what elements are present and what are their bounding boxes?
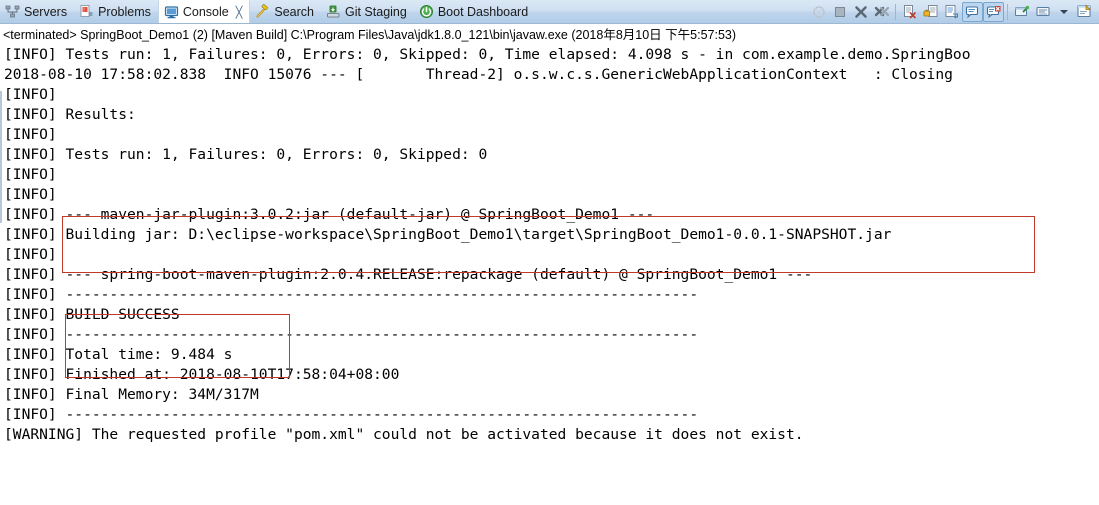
console-line: [INFO] --- maven-jar-plugin:3.0.2:jar (d…: [4, 206, 655, 223]
word-wrap-icon[interactable]: [941, 2, 962, 22]
servers-icon: [5, 4, 20, 19]
terminate-all-icon[interactable]: [808, 2, 829, 22]
remove-launch-icon[interactable]: [850, 2, 871, 22]
boot-dashboard-icon: [419, 4, 434, 19]
chevron-down-icon[interactable]: [1053, 2, 1074, 22]
console-icon: [164, 5, 179, 20]
console-line: [INFO] Tests run: 1, Failures: 0, Errors…: [4, 146, 488, 163]
view-tabs: Servers ! Problems Console ╳ Search Git …: [0, 0, 535, 23]
tab-servers-label: Servers: [24, 4, 68, 19]
tab-boot-dashboard[interactable]: Boot Dashboard: [414, 0, 535, 23]
console-line: [INFO] ---------------------------------…: [4, 406, 699, 423]
tab-search[interactable]: Search: [250, 0, 321, 23]
console-line: [INFO]: [4, 246, 66, 263]
open-console-icon[interactable]: [1074, 2, 1095, 22]
eclipse-console-view: Servers ! Problems Console ╳ Search Git …: [0, 0, 1099, 505]
separator-1: [895, 3, 896, 20]
console-line: [INFO] Finished at: 2018-08-10T17:58:04+…: [4, 366, 400, 383]
scroll-lock-icon[interactable]: [920, 2, 941, 22]
tab-servers[interactable]: Servers: [0, 0, 74, 23]
console-line: [WARNING] The requested profile "pom.xml…: [4, 426, 804, 443]
console-line: [INFO] Building jar: D:\eclipse-workspac…: [4, 226, 892, 243]
console-line: [INFO] ---------------------------------…: [4, 286, 699, 303]
console-line: [INFO] Total time: 9.484 s: [4, 346, 233, 363]
show-console-on-error-icon[interactable]: [983, 1, 1004, 22]
console-output[interactable]: [INFO] Tests run: 1, Failures: 0, Errors…: [0, 45, 1099, 505]
tab-boot-dashboard-label: Boot Dashboard: [437, 4, 529, 19]
git-staging-icon: [326, 4, 341, 19]
console-line: 2018-08-10 17:58:02.838 INFO 15076 --- […: [4, 66, 962, 83]
tab-problems[interactable]: ! Problems: [74, 0, 158, 23]
tab-problems-label: Problems: [98, 4, 151, 19]
console-line: [INFO] Results:: [4, 106, 136, 123]
remove-all-terminated-icon[interactable]: [871, 2, 892, 22]
show-console-on-output-icon[interactable]: [962, 1, 983, 22]
separator-2: [1007, 3, 1008, 20]
console-line: [INFO]: [4, 186, 66, 203]
console-line: [INFO]: [4, 126, 66, 143]
view-tab-bar: Servers ! Problems Console ╳ Search Git …: [0, 0, 1099, 24]
console-line: [INFO] Final Memory: 34M/317M: [4, 386, 259, 403]
svg-text:!: !: [83, 7, 84, 13]
terminate-icon[interactable]: [829, 2, 850, 22]
console-line: [INFO] ---------------------------------…: [4, 326, 699, 343]
console-line: [INFO] Tests run: 1, Failures: 0, Errors…: [4, 46, 971, 63]
launch-configuration-title: <terminated> SpringBoot_Demo1 (2) [Maven…: [0, 24, 1099, 45]
console-line: [INFO] BUILD SUCCESS: [4, 306, 180, 323]
search-icon: [255, 4, 270, 19]
tab-console-label: Console: [182, 5, 229, 19]
console-line: [INFO]: [4, 166, 66, 183]
tab-git-staging[interactable]: Git Staging: [321, 0, 414, 23]
tab-git-staging-label: Git Staging: [344, 4, 407, 19]
problems-icon: !: [79, 4, 94, 19]
console-gutter-marker: [0, 91, 2, 223]
close-icon[interactable]: ╳: [236, 6, 243, 19]
clear-console-icon[interactable]: [899, 2, 920, 22]
console-toolbar: [808, 0, 1099, 23]
console-line: [INFO]: [4, 86, 66, 103]
display-selected-console-icon[interactable]: [1032, 2, 1053, 22]
pin-console-icon[interactable]: [1011, 2, 1032, 22]
console-line: [INFO] --- spring-boot-maven-plugin:2.0.…: [4, 266, 813, 283]
tab-console[interactable]: Console ╳: [157, 0, 251, 23]
tab-search-label: Search: [274, 4, 314, 19]
